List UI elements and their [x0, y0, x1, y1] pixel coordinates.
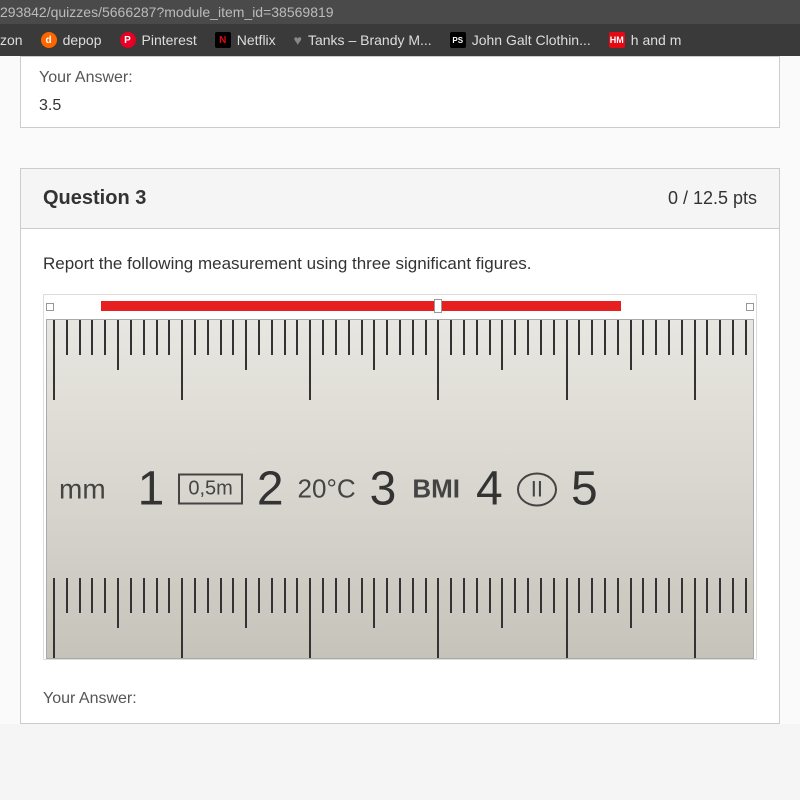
- ruler-ticks-bottom: [47, 578, 753, 658]
- ruler-unit: mm: [59, 473, 106, 505]
- pinterest-icon: P: [120, 32, 136, 48]
- bookmark-netflix[interactable]: N Netflix: [215, 32, 276, 48]
- ruler-box: 0,5m: [178, 474, 242, 505]
- ruler-5: 5: [571, 462, 598, 517]
- ruler-2: 2: [257, 462, 284, 517]
- bookmark-label: zon: [0, 32, 23, 48]
- url-text: 293842/quizzes/5666287?module_item_id=38…: [0, 4, 334, 20]
- bookmark-hm[interactable]: HM h and m: [609, 32, 682, 48]
- selection-handle-left[interactable]: [46, 303, 54, 311]
- ruler-1: 1: [138, 462, 165, 517]
- hm-icon: HM: [609, 32, 625, 48]
- bookmark-label: John Galt Clothin...: [472, 32, 591, 48]
- address-bar[interactable]: 293842/quizzes/5666287?module_item_id=38…: [0, 0, 800, 24]
- question-body: Report the following measurement using t…: [20, 229, 780, 724]
- ruler-ticks-top: [47, 320, 753, 400]
- bookmark-label: Netflix: [237, 32, 276, 48]
- previous-answer-box: Your Answer: 3.5: [20, 56, 780, 128]
- bookmark-johngalt[interactable]: PS John Galt Clothin...: [450, 32, 591, 48]
- ruler-graphic: mm 1 0,5m 2 20°C 3 BMI 4 II 5: [46, 319, 754, 659]
- question-header: Question 3 0 / 12.5 pts: [20, 168, 780, 229]
- ps-icon: PS: [450, 32, 466, 48]
- question-prompt: Report the following measurement using t…: [43, 254, 757, 274]
- selection-handle-mid[interactable]: [434, 299, 442, 313]
- bookmark-label: Tanks – Brandy M...: [308, 32, 432, 48]
- bookmark-label: depop: [63, 32, 102, 48]
- bookmark-pinterest[interactable]: P Pinterest: [120, 32, 197, 48]
- selection-handle-right[interactable]: [746, 303, 754, 311]
- ruler-3: 3: [370, 462, 397, 517]
- measurement-bar: [101, 301, 621, 311]
- depop-icon: d: [41, 32, 57, 48]
- bookmark-tanks[interactable]: ♥ Tanks – Brandy M...: [294, 32, 432, 48]
- heart-icon: ♥: [294, 32, 302, 48]
- ruler-oval: II: [517, 472, 557, 506]
- question-points: 0 / 12.5 pts: [668, 188, 757, 209]
- quiz-content: Your Answer: 3.5 Question 3 0 / 12.5 pts…: [0, 56, 800, 724]
- ruler-4: 4: [476, 462, 503, 517]
- bookmark-label: h and m: [631, 32, 682, 48]
- ruler-temp: 20°C: [298, 474, 356, 505]
- bookmark-amazon[interactable]: zon: [0, 32, 23, 48]
- bookmark-depop[interactable]: d depop: [41, 32, 102, 48]
- bookmark-label: Pinterest: [142, 32, 197, 48]
- answer-value: 3.5: [39, 97, 761, 115]
- answer-label: Your Answer:: [39, 69, 761, 87]
- bookmarks-bar: zon d depop P Pinterest N Netflix ♥ Tank…: [0, 24, 800, 56]
- ruler-bmi: BMI: [412, 474, 460, 505]
- question-title: Question 3: [43, 187, 146, 210]
- netflix-icon: N: [215, 32, 231, 48]
- your-answer-label: Your Answer:: [43, 690, 757, 708]
- ruler-markings: mm 1 0,5m 2 20°C 3 BMI 4 II 5: [47, 462, 753, 517]
- measurement-image[interactable]: mm 1 0,5m 2 20°C 3 BMI 4 II 5: [43, 294, 757, 660]
